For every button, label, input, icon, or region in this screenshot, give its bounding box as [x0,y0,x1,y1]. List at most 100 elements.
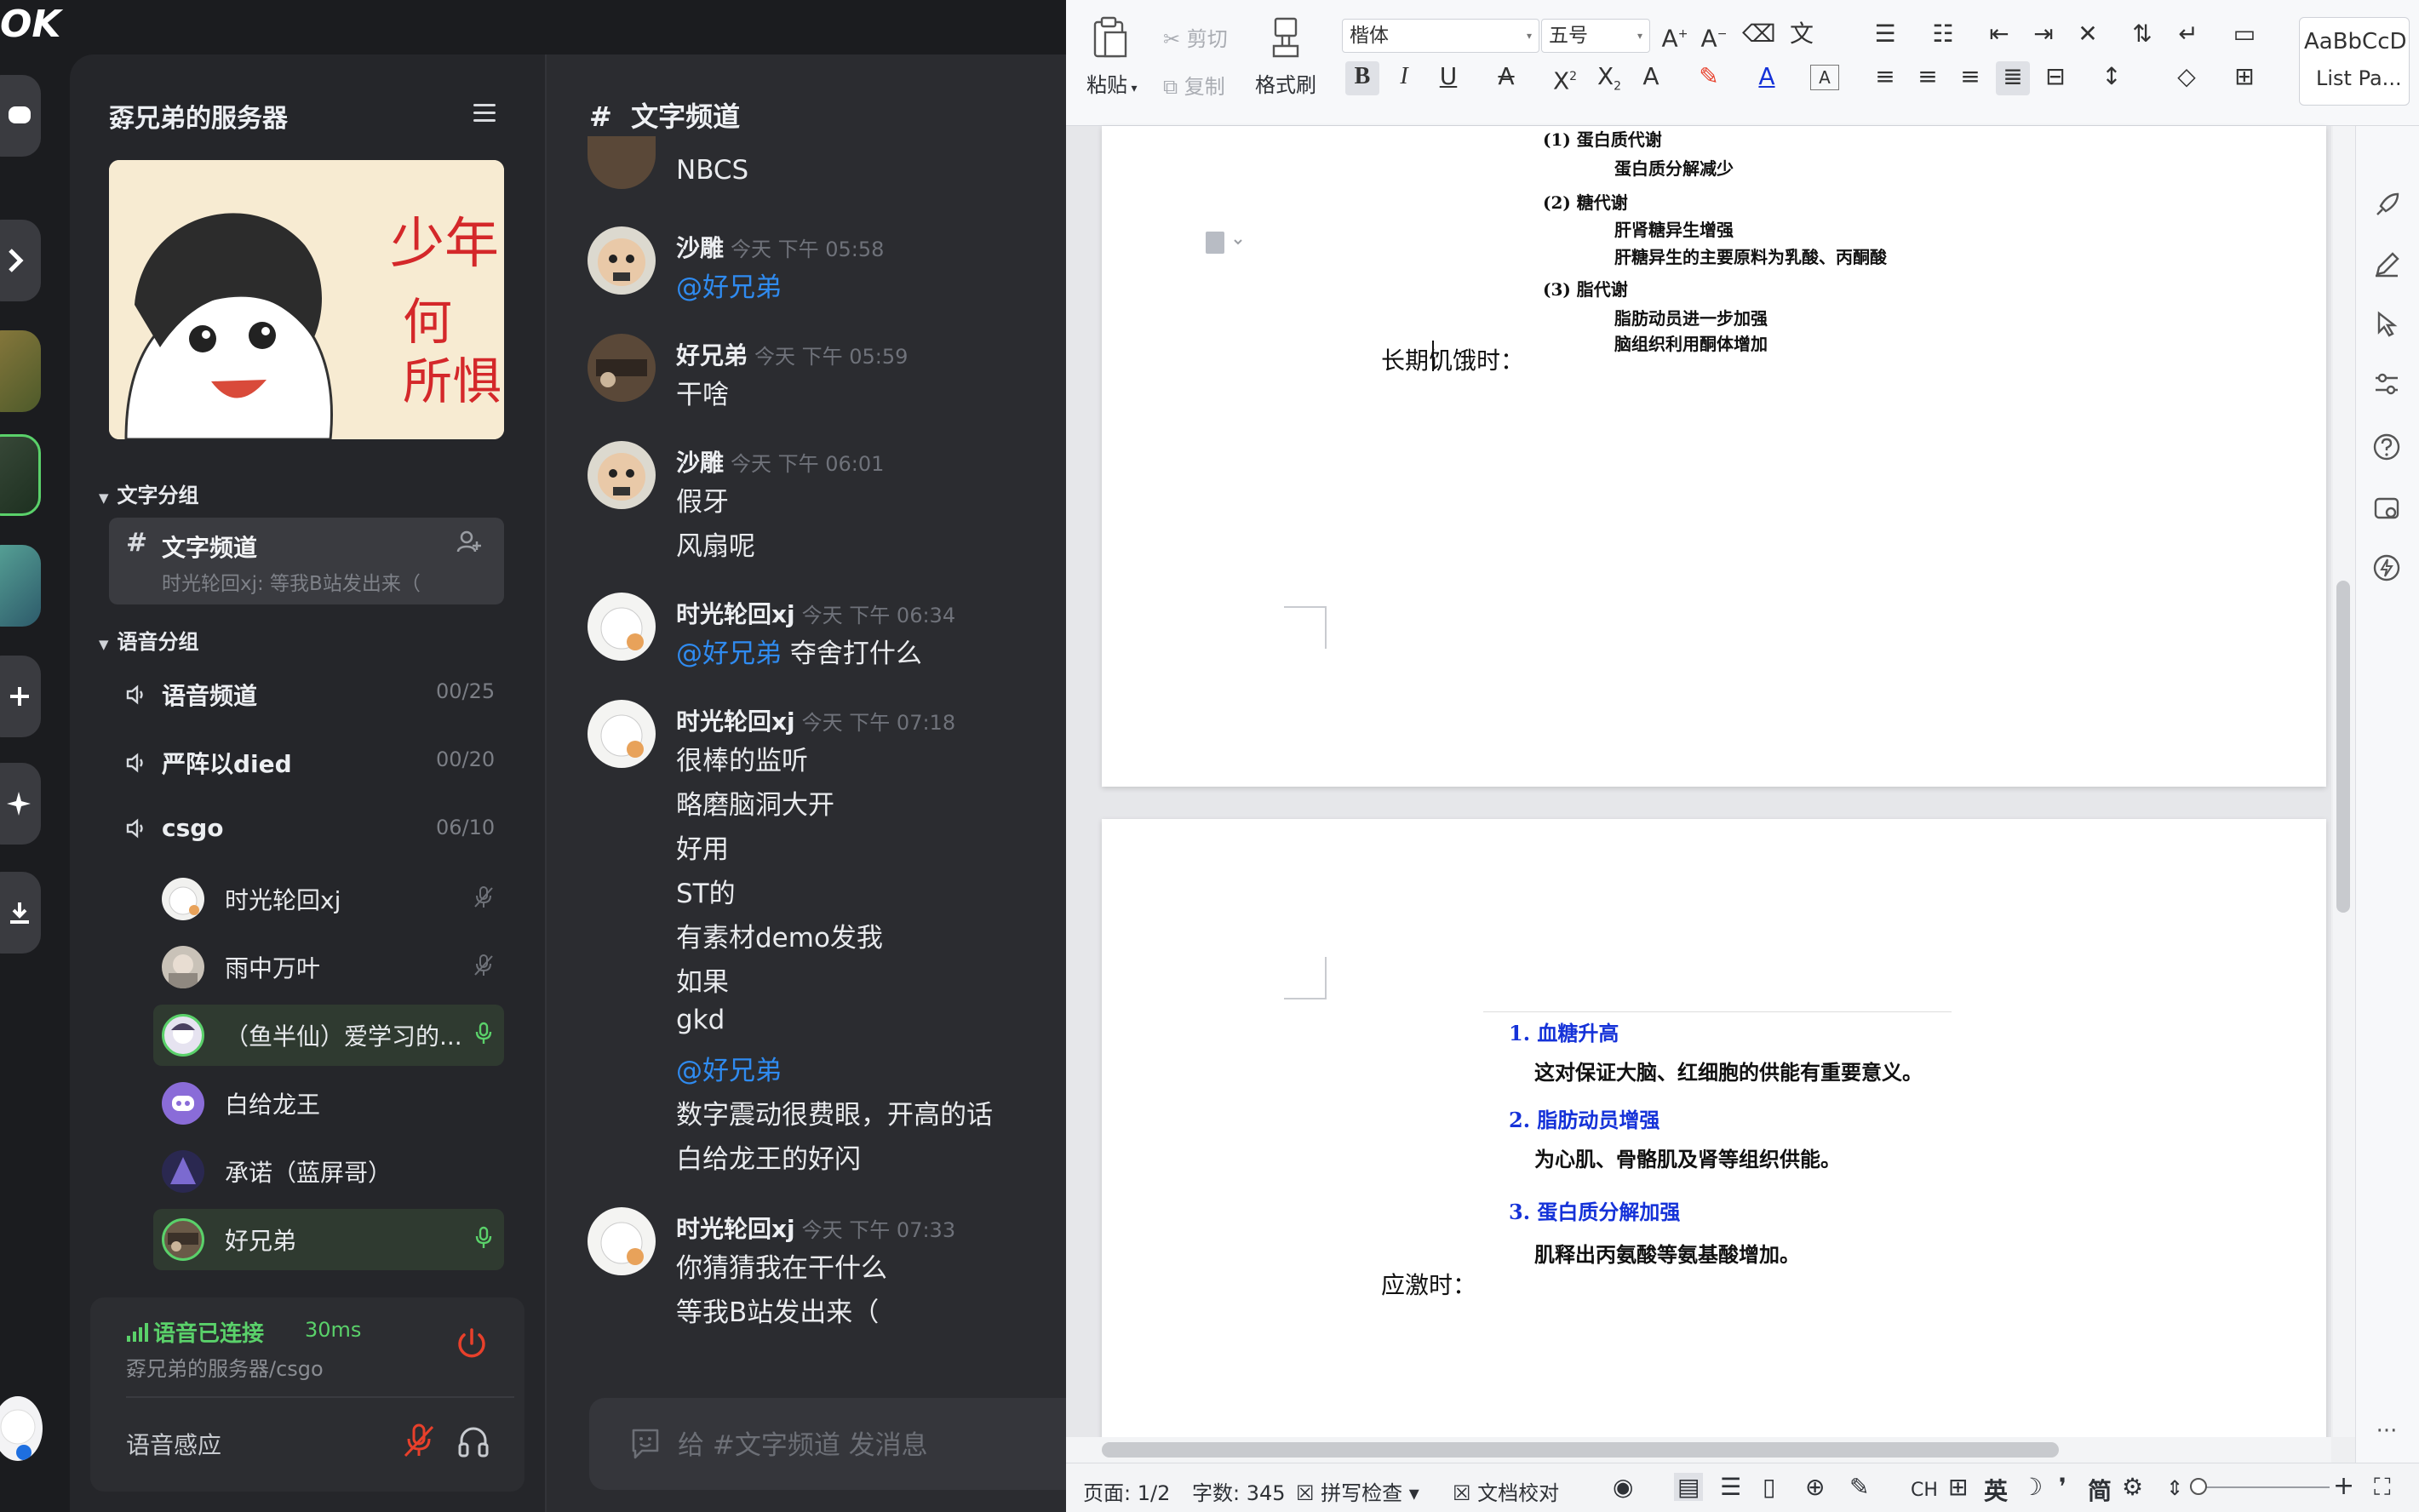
copy-button[interactable]: ⧉ 复制 [1163,70,1225,100]
server-avatar-3[interactable] [0,545,41,627]
ime-settings-icon[interactable]: ⚙ [2122,1473,2143,1501]
pen-icon[interactable] [2372,250,2401,279]
paste-icon[interactable] [1092,15,1129,63]
voice-group-header[interactable]: ▼ 语音分组 [99,625,199,655]
highlight-icon[interactable]: ✎ [1694,61,1723,92]
bold-icon[interactable]: B [1345,61,1379,95]
fullscreen-icon[interactable]: ⛶ [2374,1473,2391,1502]
ime-lang-ch[interactable]: CH [1911,1480,1938,1501]
voice-member-speaking[interactable]: 好兄弟 [153,1209,504,1270]
download-icon[interactable] [0,872,41,954]
voice-channel-1[interactable]: 语音频道 [124,678,257,712]
text-group-header[interactable]: ▼ 文字分组 [99,478,199,508]
help-icon[interactable] [2372,432,2401,461]
server-menu-icon[interactable] [473,104,496,124]
voice-member[interactable]: 时光轮回xj [153,868,504,930]
ruler-icon[interactable]: ▭ [2227,19,2261,49]
font-color-icon[interactable]: A [1752,61,1781,92]
disconnect-icon[interactable] [453,1325,490,1362]
proofread-button[interactable]: ☒ 文档校对 [1453,1476,1559,1506]
clear-format-icon[interactable]: ⌫ [1742,19,1776,49]
voice-member[interactable]: 白给龙王 [153,1073,504,1134]
zoom-slider-thumb[interactable] [2190,1478,2207,1495]
chinese-layout-icon[interactable]: ✕ [2071,19,2105,49]
outdent-icon[interactable]: ⇤ [1982,19,2016,49]
select-arrow-icon[interactable] [2372,310,2401,339]
align-center-icon[interactable]: ≡ [1911,61,1945,92]
gallery-icon[interactable] [2372,494,2401,523]
zoom-in-icon[interactable]: + [2333,1471,2354,1501]
message-avatar[interactable] [588,700,656,768]
font-size-select[interactable]: 五号 ▾ [1541,19,1650,53]
paste-button[interactable]: 粘贴 ▾ [1086,68,1137,98]
voice-member[interactable]: 承诺（蓝屏哥） [153,1141,504,1202]
strikethrough-icon[interactable]: A [1492,61,1521,92]
bullet-list-icon[interactable]: ☰ [1868,19,1902,49]
server-title[interactable]: 孬兄弟的服务器 [109,97,288,135]
server-avatar-active[interactable] [0,434,41,516]
numbered-list-icon[interactable]: ☷ [1926,19,1960,49]
subscript-icon[interactable]: X2 [1592,61,1626,102]
lightning-icon[interactable] [2372,553,2401,582]
zoom-slider-arrows[interactable]: ⇕ [2166,1476,2183,1500]
align-left-icon[interactable]: ≡ [1868,61,1902,92]
mention-link[interactable]: @好兄弟 [676,266,782,304]
ime-punct-icon[interactable]: ❜ [2059,1473,2066,1501]
web-view-icon[interactable]: ⊕ [1805,1473,1825,1501]
line-spacing-icon[interactable]: ↕ [2095,61,2129,92]
show-marks-icon[interactable]: ↵ [2171,19,2205,49]
char-border-icon[interactable]: A [1810,65,1839,90]
add-user-icon[interactable] [456,530,482,555]
borders-icon[interactable]: ⊞ [2227,61,2261,92]
spell-check-button[interactable]: ☒ 拼写检查 ▾ [1296,1476,1419,1506]
phonetic-icon[interactable]: 文 [1785,19,1819,49]
add-icon[interactable] [0,656,41,737]
mention-link[interactable]: @好兄弟 [676,639,782,669]
message-icon[interactable] [0,75,41,157]
outline-view-icon[interactable]: ☰ [1720,1473,1741,1501]
more-icon[interactable]: ··· [2372,1418,2401,1447]
mention-link[interactable]: @好兄弟 [676,1049,782,1087]
font-grow-icon[interactable]: A+ [1660,19,1689,54]
voice-mode-label[interactable]: 语音感应 [126,1427,221,1461]
voice-member[interactable]: 雨中万叶 [153,936,504,998]
message-avatar[interactable] [588,1207,656,1275]
page-view-icon[interactable]: ▤ [1674,1473,1704,1501]
voice-member-speaking[interactable]: （鱼半仙）爱学习的... [153,1005,504,1066]
indent-icon[interactable]: ⇥ [2026,19,2061,49]
italic-icon[interactable]: I [1390,61,1419,92]
justify-icon[interactable]: ≣ [1996,61,2030,95]
rocket-icon[interactable] [2372,191,2401,220]
sliders-icon[interactable] [2372,369,2401,398]
superscript-icon[interactable]: X2 [1548,61,1582,96]
vertical-scroll-thumb[interactable] [2336,581,2350,913]
text-effect-icon[interactable]: A [1637,61,1665,92]
ime-moon-icon[interactable]: ☽ [2021,1473,2043,1501]
server-avatar-1[interactable] [0,330,41,412]
cut-button[interactable]: ✂ 剪切 [1163,22,1228,52]
pen-view-icon[interactable]: ✎ [1849,1473,1869,1501]
underline-icon[interactable]: U [1434,61,1463,92]
font-name-select[interactable]: 楷体 ▾ [1342,19,1539,53]
doc-assistant-icon[interactable] [1202,228,1245,262]
sort-icon[interactable]: ⇅ [2125,19,2159,49]
distribute-icon[interactable]: ⊟ [2038,61,2072,92]
format-painter-button[interactable]: 格式刷 [1255,68,1316,98]
ime-lang-en[interactable]: 英 [1984,1473,2008,1507]
message-avatar[interactable] [588,226,656,295]
voice-channel-3[interactable]: csgo [124,814,224,842]
word-count[interactable]: 字数: 345 [1192,1476,1286,1506]
ime-pinyin-icon[interactable]: ⊞ [1948,1473,1968,1501]
emoji-icon[interactable] [628,1425,662,1463]
badge-icon[interactable] [0,220,41,301]
ime-lang-simplified[interactable]: 简 [2088,1473,2112,1507]
horizontal-scroll-thumb[interactable] [1102,1442,2059,1458]
align-right-icon[interactable]: ≡ [1953,61,1987,92]
message-avatar[interactable] [588,441,656,509]
headphone-icon[interactable] [456,1422,490,1459]
zoom-slider[interactable] [2193,1486,2330,1488]
message-avatar[interactable] [588,334,656,402]
format-painter-icon[interactable] [1270,15,1301,63]
mic-muted-icon[interactable] [402,1422,436,1459]
font-shrink-icon[interactable]: A− [1700,19,1728,54]
